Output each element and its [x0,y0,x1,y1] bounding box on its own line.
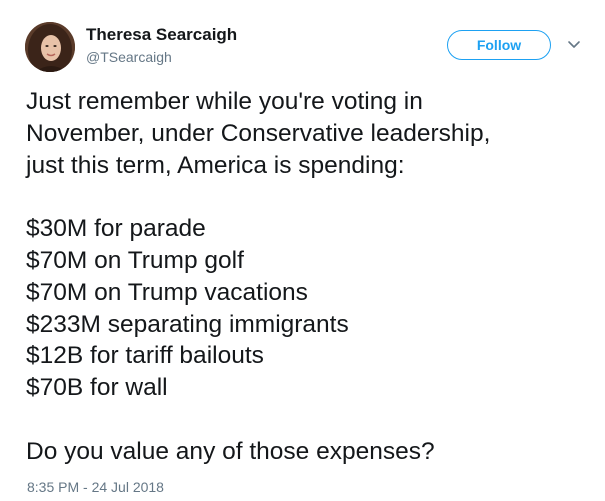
tweet-text-spacer [26,404,586,436]
avatar-image [25,22,75,72]
tweet-text-line: $30M for parade [26,215,206,243]
tweet-text-line: Just remember while you're voting in [26,88,423,115]
tweet-text-line: $70M on Trump vacations [26,278,308,306]
tweet-text-spacer [26,181,586,213]
tweet-text-line: just this term, America is spending: [26,151,405,179]
chevron-down-icon[interactable] [566,38,582,52]
tweet: Theresa Searcaigh @TSearcaigh Follow Jus… [0,0,605,501]
follow-button[interactable]: Follow [447,30,551,60]
author-handle[interactable]: @TSearcaigh [86,49,172,65]
tweet-text: Just remember while you're voting in Nov… [26,86,586,468]
tweet-text-line: $70M on Trump golf [26,246,244,274]
avatar[interactable] [25,22,75,72]
tweet-text-line: Do you value any of those expenses? [26,437,435,465]
tweet-timestamp[interactable]: 8:35 PM - 24 Jul 2018 [27,479,164,495]
tweet-text-line: November, under Conservative leadership, [26,119,491,147]
tweet-text-line: $70B for wall [26,374,168,402]
author-name[interactable]: Theresa Searcaigh [86,25,237,45]
tweet-text-line: $233M separating immigrants [26,310,349,338]
tweet-text-line: $12B for tariff bailouts [26,342,264,370]
